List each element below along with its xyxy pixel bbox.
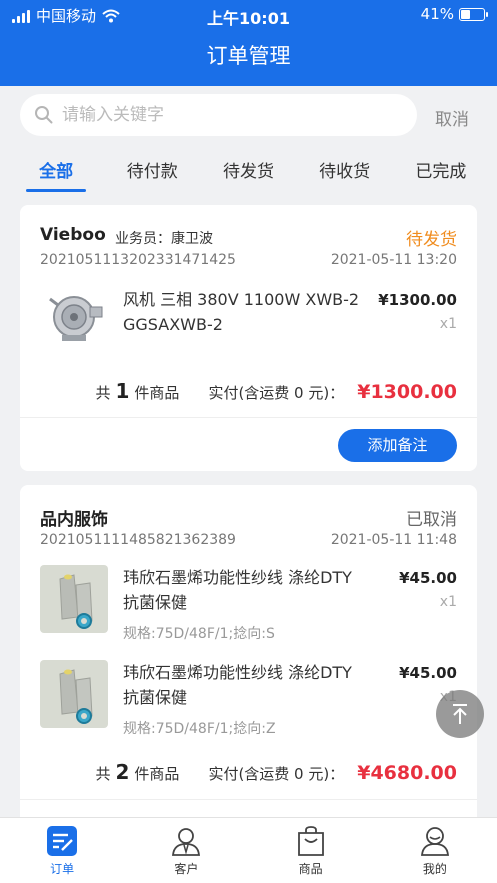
item-count: 2 [115, 760, 130, 784]
product-bag-icon [297, 826, 324, 856]
order-card[interactable]: Vieboo 业务员：康卫波 待发货 202105111320233147142… [20, 205, 477, 471]
item-count: 1 [115, 379, 130, 403]
order-summary: 共 1 件商品 实付(含运费 0 元)： ¥1300.00 [95, 379, 457, 403]
product-name: 风机 三相 380V 1100W XWB-2 GGSAXWB-2 [123, 290, 360, 334]
product-spec: 规格:75D/48F/1;捻向:S [123, 626, 275, 642]
bottom-tab-bar: 订单 客户 商品 我的 [0, 817, 497, 883]
bottom-tab-orders[interactable]: 订单 [0, 818, 124, 883]
order-status-tabs: 全部 待付款 待发货 待收货 已完成 [0, 144, 497, 194]
bottom-tab-label: 订单 [50, 862, 75, 876]
bottom-tab-profile[interactable]: 我的 [373, 818, 497, 883]
blower-fan-image [40, 285, 108, 353]
order-total: ¥1300.00 [357, 381, 457, 403]
search-input[interactable] [62, 105, 382, 125]
order-status: 待发货 [406, 230, 457, 250]
divider [20, 417, 477, 418]
tab-all[interactable]: 全部 [12, 144, 100, 194]
search-icon [35, 106, 53, 124]
bottom-tab-label: 我的 [422, 862, 447, 876]
search-row: 取消 [0, 86, 497, 144]
product-spec: 规格:75D/48F/1;捻向:Z [123, 721, 276, 737]
page-title: 订单管理 [206, 44, 291, 68]
battery-percent: 41% [420, 5, 454, 23]
paid-label: 实付(含运费 0 元)： [208, 765, 345, 783]
arrow-up-icon [453, 704, 467, 724]
nav-bar: 订单管理 [0, 30, 497, 86]
add-remark-button[interactable]: 添加备注 [338, 429, 457, 462]
back-to-top-button[interactable] [436, 690, 484, 738]
product-price: ¥1300.00 [378, 291, 457, 309]
product-name: 玮欣石墨烯功能性纱线 涤纶DTY 抗菌保健 [123, 568, 352, 612]
order-summary: 共 2 件商品 实付(含运费 0 元)： ¥4680.00 [95, 760, 457, 784]
bottom-tab-label: 商品 [298, 862, 323, 876]
order-date: 2021-05-11 11:48 [330, 532, 457, 548]
bottom-tab-label: 客户 [174, 862, 199, 876]
product-price: ¥45.00 [399, 664, 457, 682]
yarn-spool-image [40, 660, 108, 728]
paid-label: 实付(含运费 0 元)： [208, 384, 345, 402]
status-bar: 中国移动 上午10:01 41% [0, 0, 497, 30]
customer-icon [172, 828, 201, 856]
product-name: 玮欣石墨烯功能性纱线 涤纶DTY 抗菌保健 [123, 663, 352, 707]
bottom-tab-products[interactable]: 商品 [249, 818, 373, 883]
divider [20, 799, 477, 800]
order-number: 2021051111485821362389 [40, 532, 236, 548]
tab-pending-payment[interactable]: 待付款 [108, 144, 196, 194]
yarn-spool-image [40, 565, 108, 633]
product-price: ¥45.00 [399, 569, 457, 587]
profile-icon [420, 827, 449, 856]
order-status: 已取消 [406, 510, 457, 530]
order-total: ¥4680.00 [357, 762, 457, 784]
cancel-button[interactable]: 取消 [435, 105, 469, 130]
order-date: 2021-05-11 13:20 [330, 252, 457, 268]
tab-pending-receipt[interactable]: 待收货 [301, 144, 389, 194]
order-icon [47, 826, 78, 856]
search-box[interactable] [20, 94, 417, 136]
shop-name: 品内服饰 [40, 510, 108, 530]
shop-name: Vieboo [40, 225, 106, 245]
tab-completed[interactable]: 已完成 [397, 144, 485, 194]
product-quantity: x1 [439, 316, 457, 332]
battery-icon [459, 7, 488, 21]
order-number: 2021051113202331471425 [40, 252, 236, 268]
order-card[interactable]: 品内服饰 已取消 2021051111485821362389 2021-05-… [20, 485, 477, 825]
bottom-tab-customers[interactable]: 客户 [124, 818, 248, 883]
salesperson-label: 业务员：康卫波 [115, 231, 213, 247]
product-quantity: x1 [439, 594, 457, 610]
tab-pending-shipment[interactable]: 待发货 [204, 144, 292, 194]
